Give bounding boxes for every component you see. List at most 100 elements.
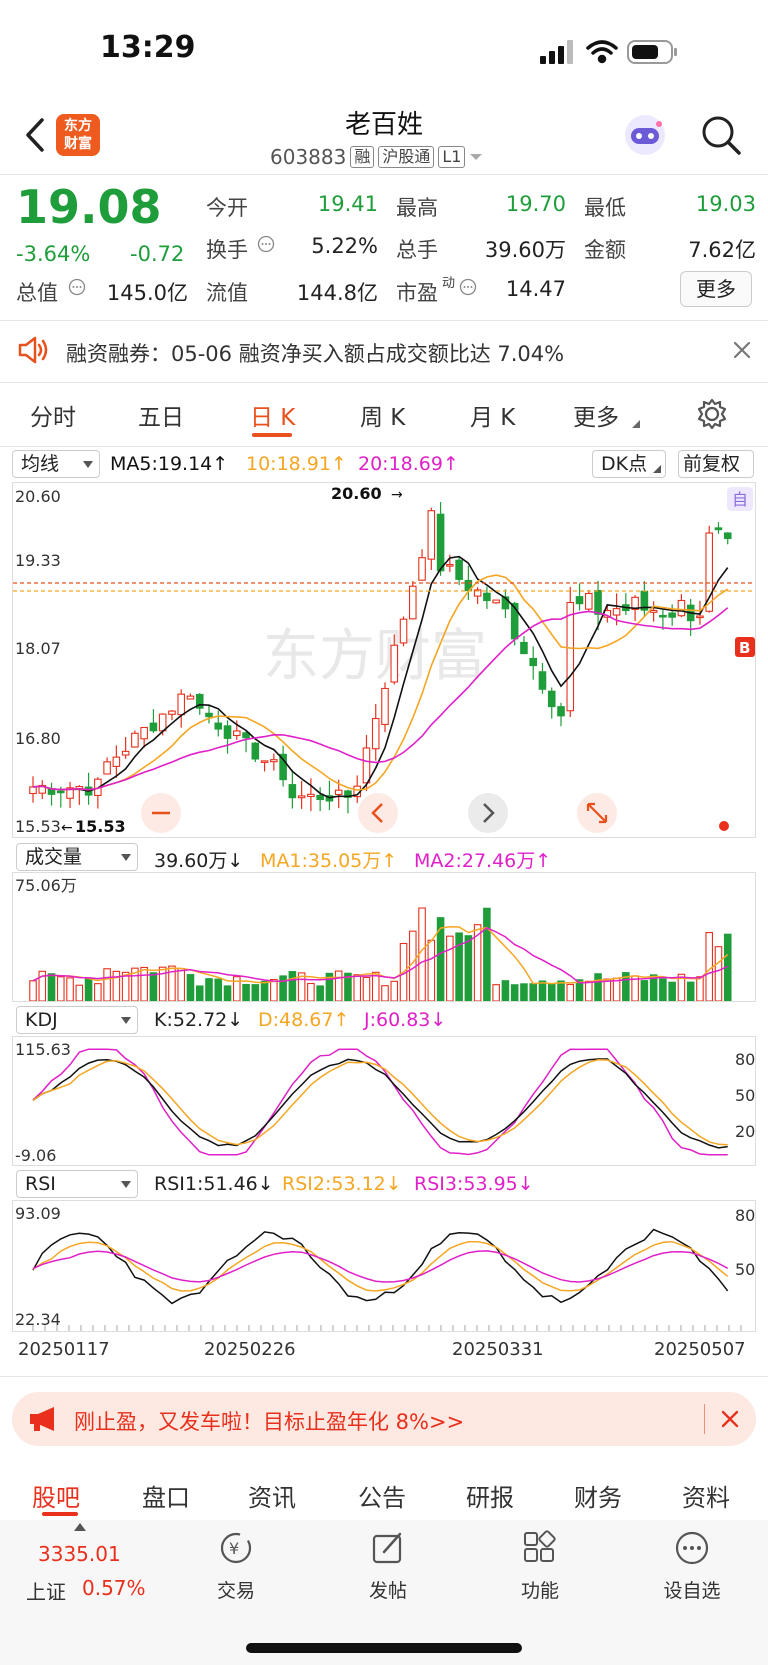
scroll-right-button[interactable] bbox=[468, 793, 508, 833]
buy-signal-label: B bbox=[739, 639, 750, 657]
close-icon[interactable] bbox=[720, 1409, 740, 1429]
label-pe: 市盈 bbox=[396, 281, 438, 305]
candle-body bbox=[723, 532, 732, 540]
tab-order-book[interactable]: 盘口 bbox=[142, 1478, 190, 1513]
volume-bar bbox=[612, 977, 621, 1001]
index-change[interactable]: 0.57% bbox=[82, 1576, 146, 1600]
ma-selector-label: 均线 bbox=[21, 453, 60, 475]
kdj-j: J:60.83↓ bbox=[364, 1009, 447, 1031]
candle-body bbox=[307, 793, 315, 798]
volume-bar bbox=[566, 983, 575, 1001]
volume-bar bbox=[705, 932, 714, 1001]
date-label-3: 20250331 bbox=[452, 1339, 544, 1360]
volume-bar bbox=[103, 968, 111, 1001]
candle-body bbox=[418, 557, 426, 581]
notice-text[interactable]: 融资融券：05-06 融资净买入额占成交额比达 7.04% bbox=[66, 338, 564, 368]
candle-body bbox=[427, 510, 436, 560]
index-name[interactable]: 上证 bbox=[26, 1576, 66, 1605]
date-label-1: 20250117 bbox=[18, 1339, 110, 1360]
volume-value: 39.60万↓ bbox=[154, 850, 244, 872]
kline-chart[interactable]: 东方财富 20.60 19.33 18.07 16.80 15.53 20.60… bbox=[12, 482, 756, 838]
tab-research[interactable]: 研报 bbox=[466, 1478, 514, 1513]
info-icon[interactable] bbox=[459, 278, 477, 296]
candle-body bbox=[56, 790, 65, 794]
search-icon[interactable] bbox=[700, 114, 742, 156]
volume-bar bbox=[195, 985, 204, 1001]
volume-ma2: MA2:27.46万↑ bbox=[414, 850, 552, 872]
candle-body bbox=[260, 760, 269, 763]
trade-icon[interactable]: ¥ bbox=[218, 1530, 254, 1566]
tag-connect: 沪股通 bbox=[378, 146, 435, 168]
volume-bar bbox=[538, 980, 547, 1001]
volume-ma1: MA1:35.05万↑ bbox=[260, 850, 398, 872]
candle-body bbox=[529, 657, 538, 667]
tab-forum[interactable]: 股吧 bbox=[32, 1478, 80, 1513]
label-volume: 总手 bbox=[396, 238, 438, 262]
low-marker-label: 15.53 bbox=[75, 817, 126, 836]
volume-bar bbox=[455, 932, 463, 1001]
tab-more[interactable]: 更多 bbox=[573, 398, 619, 432]
volume-bar bbox=[140, 966, 148, 1001]
robot-avatar-icon[interactable] bbox=[622, 112, 668, 158]
label-open: 今开 bbox=[206, 196, 248, 220]
index-value[interactable]: 3335.01 bbox=[38, 1542, 121, 1566]
volume-bar bbox=[186, 974, 195, 1001]
adjust-button[interactable]: 前复权 bbox=[678, 450, 754, 478]
gear-icon[interactable] bbox=[696, 398, 728, 430]
functions-icon[interactable] bbox=[522, 1530, 558, 1566]
volume-bar bbox=[696, 976, 704, 1001]
info-icon[interactable] bbox=[257, 235, 275, 253]
volume-bar bbox=[529, 983, 538, 1001]
tab-intraday[interactable]: 分时 bbox=[30, 398, 76, 432]
volume-bar bbox=[251, 984, 260, 1001]
fullscreen-icon[interactable] bbox=[577, 793, 617, 833]
more-button[interactable]: 更多 bbox=[680, 271, 752, 307]
volume-bar bbox=[714, 946, 723, 1001]
tab-finance[interactable]: 财务 bbox=[574, 1478, 622, 1513]
volume-bar bbox=[84, 978, 93, 1001]
volume-bar bbox=[464, 935, 473, 1001]
tab-profile[interactable]: 资料 bbox=[682, 1478, 730, 1513]
kdj-tick-20: 20 bbox=[735, 1122, 755, 1141]
rsi-chart[interactable]: 93.09 22.34 80 50 bbox=[12, 1200, 756, 1332]
tab-daily-k[interactable]: 日 K bbox=[250, 398, 295, 432]
candle-body bbox=[520, 641, 528, 655]
label-float-cap: 流值 bbox=[206, 281, 248, 305]
kdj-selector[interactable]: KDJ bbox=[16, 1006, 138, 1034]
candle-body bbox=[483, 592, 491, 602]
promo-banner[interactable]: 刚止盈，又发车啦！目标止盈年化 8%>> bbox=[12, 1392, 756, 1446]
signal-icon bbox=[540, 40, 573, 64]
kdj-tick-80: 80 bbox=[735, 1050, 755, 1069]
close-icon[interactable] bbox=[732, 340, 752, 360]
add-watchlist-icon[interactable] bbox=[674, 1530, 710, 1566]
stock-subtitle[interactable]: 603883 融 沪股通 L1 bbox=[270, 145, 483, 169]
volume-selector[interactable]: 成交量 bbox=[16, 843, 138, 871]
post-icon[interactable] bbox=[370, 1530, 406, 1566]
dock-post[interactable]: 发帖 bbox=[352, 1576, 424, 1603]
tab-five-day[interactable]: 五日 bbox=[138, 398, 184, 432]
tab-weekly-k[interactable]: 周 K bbox=[360, 398, 405, 432]
tab-news[interactable]: 资讯 bbox=[248, 1478, 296, 1513]
rsi1-value: RSI1:51.46↓ bbox=[154, 1173, 274, 1195]
scroll-left-button[interactable] bbox=[358, 793, 398, 833]
kdj-chart[interactable]: 115.63 -9.06 80 50 20 bbox=[12, 1036, 756, 1166]
dk-point-button[interactable]: DK点 bbox=[592, 450, 666, 478]
dropdown-icon bbox=[83, 461, 93, 468]
pe-superscript: 动 bbox=[442, 276, 456, 291]
info-icon[interactable] bbox=[68, 278, 86, 296]
volume-chart[interactable]: 75.06万 bbox=[12, 872, 756, 1002]
dock-trade[interactable]: 交易 bbox=[200, 1576, 272, 1603]
rsi-tick-80: 80 bbox=[735, 1206, 755, 1225]
dock-watchlist[interactable]: 设自选 bbox=[650, 1576, 734, 1603]
rsi-selector[interactable]: RSI bbox=[16, 1170, 138, 1198]
candle-body bbox=[436, 513, 445, 572]
volume-bar bbox=[603, 978, 612, 1001]
candle-body bbox=[270, 759, 278, 763]
zoom-out-button[interactable] bbox=[141, 793, 181, 833]
ma-selector[interactable]: 均线 bbox=[12, 450, 100, 478]
volume-bar bbox=[279, 975, 287, 1001]
candle-body bbox=[186, 695, 195, 700]
dock-functions[interactable]: 功能 bbox=[504, 1576, 576, 1603]
tab-monthly-k[interactable]: 月 K bbox=[470, 398, 515, 432]
tab-announcements[interactable]: 公告 bbox=[358, 1478, 406, 1513]
